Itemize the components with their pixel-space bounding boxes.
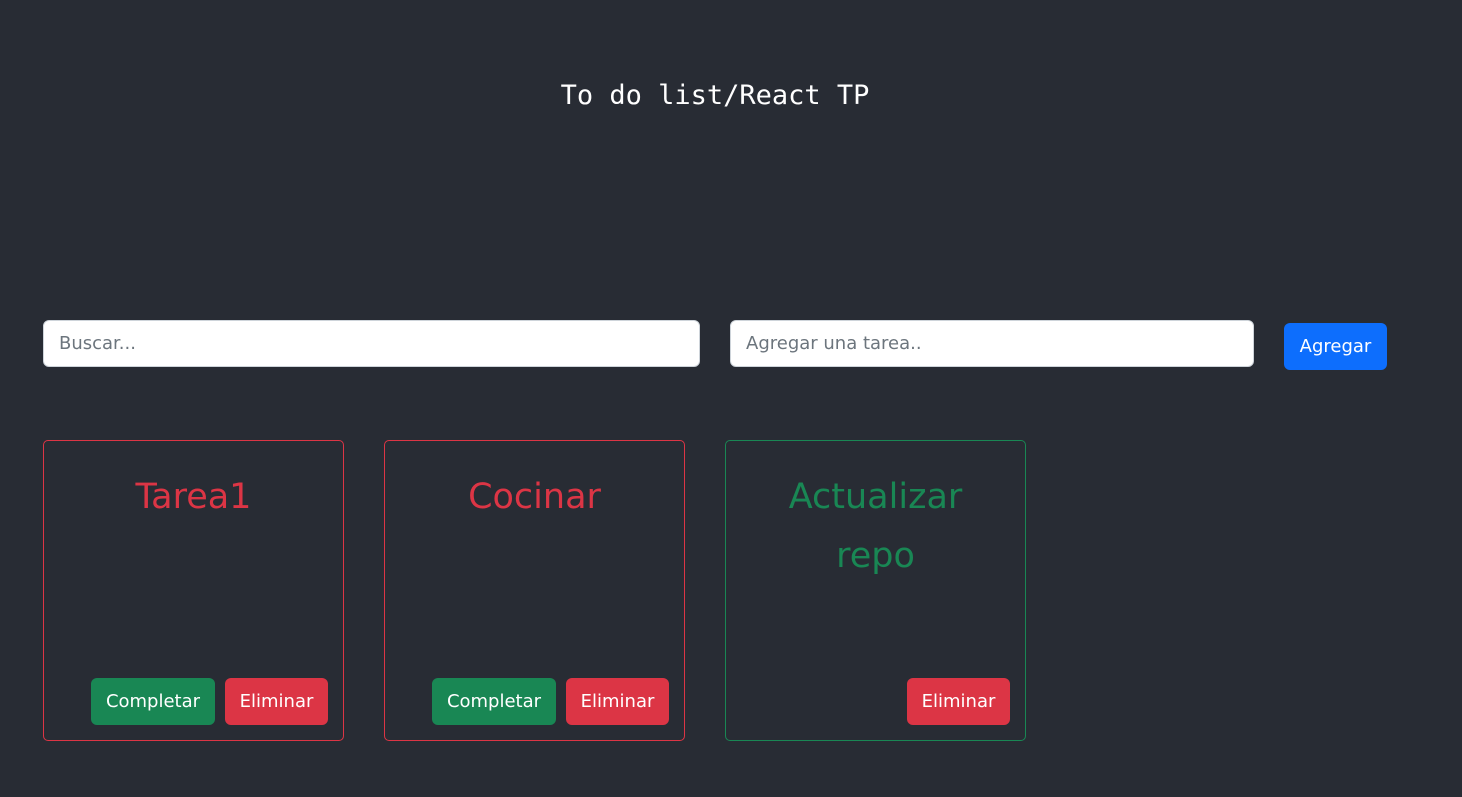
search-input[interactable] <box>43 320 700 367</box>
task-title: Cocinar <box>468 477 601 517</box>
task-title: Tarea1 <box>135 477 252 517</box>
task-card: Cocinar Completar Eliminar <box>384 440 685 741</box>
delete-task-button[interactable]: Eliminar <box>566 678 669 725</box>
delete-task-button[interactable]: Eliminar <box>225 678 328 725</box>
page-title: To do list/React TP <box>560 80 870 111</box>
complete-task-button[interactable]: Completar <box>91 678 215 725</box>
task-card: Tarea1 Completar Eliminar <box>43 440 344 741</box>
add-task-button[interactable]: Agregar <box>1284 323 1387 370</box>
task-card-completed: Actualizar repo Eliminar <box>725 440 1026 741</box>
delete-task-button[interactable]: Eliminar <box>907 678 1010 725</box>
complete-task-button[interactable]: Completar <box>432 678 556 725</box>
task-title: Actualizar repo <box>788 477 963 576</box>
new-task-input[interactable] <box>730 320 1254 367</box>
